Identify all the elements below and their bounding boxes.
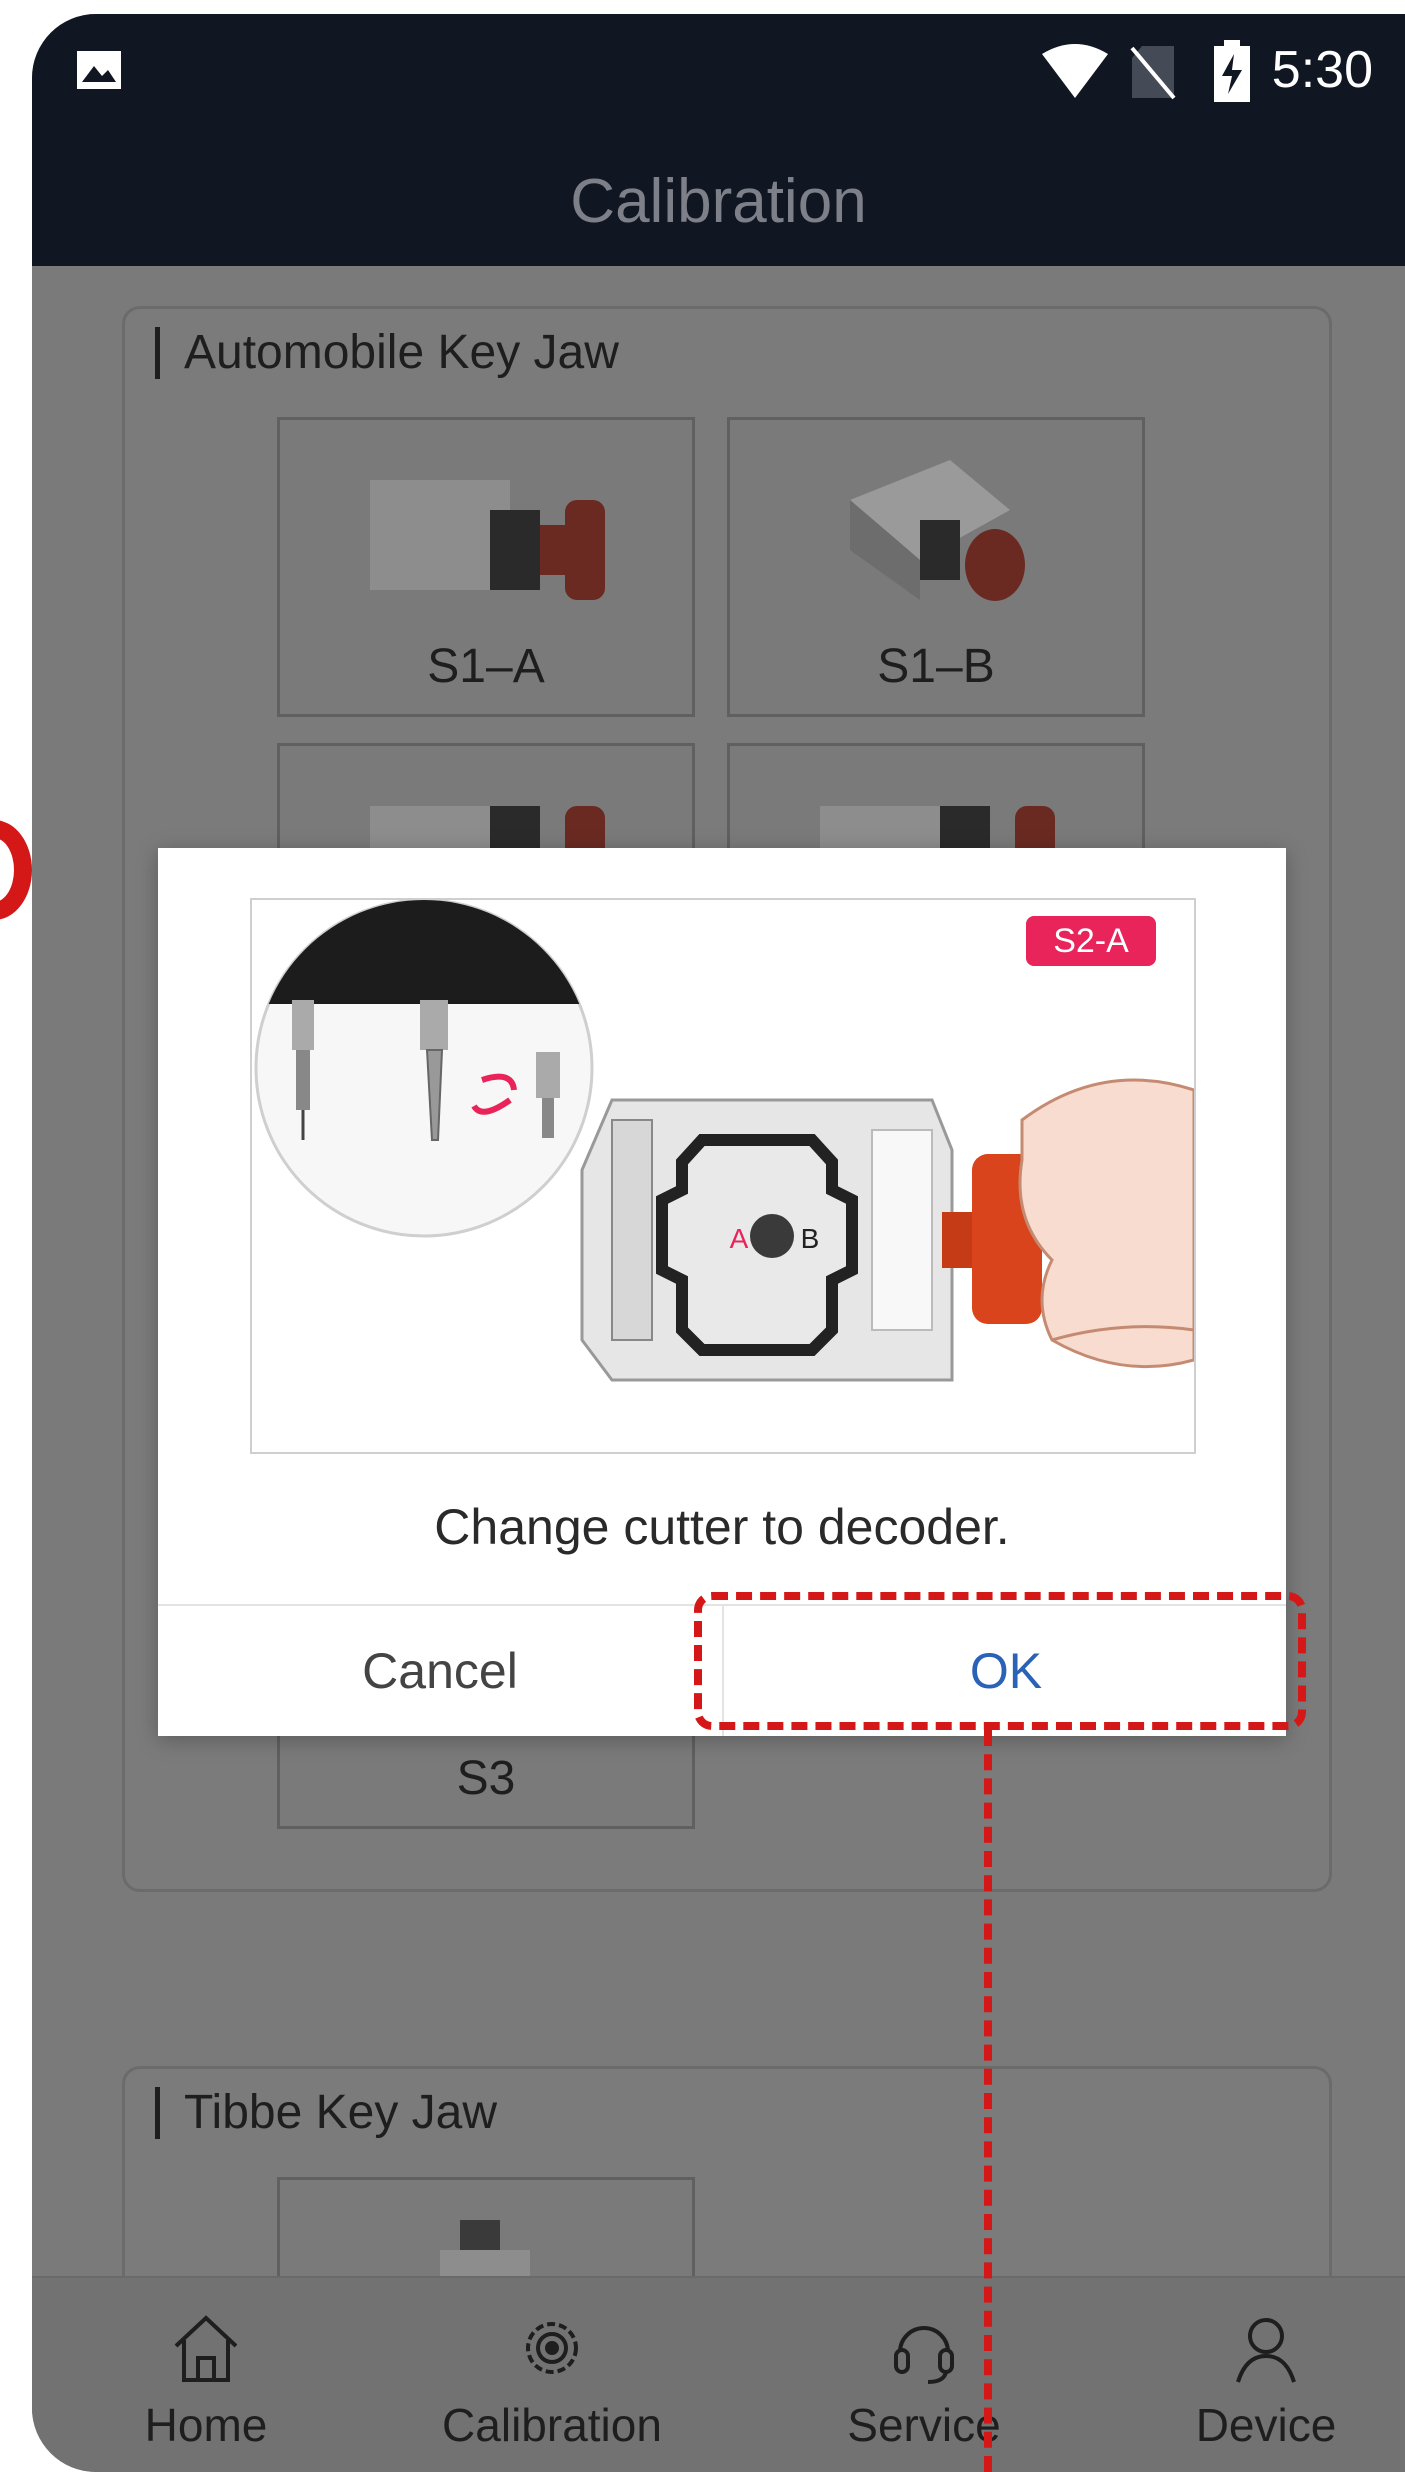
tile-label: S3 <box>456 1752 516 1805</box>
jaw-badge: S2-A <box>1053 922 1129 960</box>
headset-icon <box>894 2326 954 2384</box>
cutter-change-illustration: S2-A A B <box>250 898 1196 1454</box>
gear-icon <box>526 2322 578 2374</box>
nav-service-label: Service <box>847 2399 1001 2451</box>
app-bar: Calibration <box>32 134 1405 266</box>
section-title: Automobile Key Jaw <box>155 327 619 379</box>
status-time: 5:30 <box>1271 41 1373 99</box>
cancel-button[interactable]: Cancel <box>158 1606 722 1736</box>
jaw-label-a: A <box>730 1223 749 1254</box>
home-icon <box>174 2315 238 2382</box>
annotation-pointer-line <box>984 1730 992 2472</box>
user-icon <box>1236 2318 1296 2383</box>
bottom-nav: Home Calibration Service Device <box>32 2276 1405 2472</box>
jaw-tile-s1-a[interactable]: S1–A <box>277 417 695 717</box>
no-sim-icon <box>1130 46 1176 100</box>
battery-charging-icon <box>1214 40 1250 102</box>
jaw-label-b: B <box>801 1223 820 1254</box>
nav-home[interactable]: Home <box>76 2308 336 2452</box>
annotation-arc <box>0 820 32 920</box>
nav-home-label: Home <box>144 2399 268 2451</box>
illustration-graphic: S2-A A B <box>254 900 1194 1382</box>
jaw-image <box>370 480 605 600</box>
nav-calibration[interactable]: Calibration <box>422 2308 682 2452</box>
jaw-tile-s1-b[interactable]: S1–B <box>727 417 1145 717</box>
tile-label: S1–A <box>427 640 545 693</box>
nav-service[interactable]: Service <box>794 2308 1054 2452</box>
ok-highlight-annotation <box>694 1592 1306 1730</box>
image-icon <box>77 51 121 89</box>
page-title: Calibration <box>570 167 867 236</box>
nav-device-label: Device <box>1195 2399 1337 2451</box>
nav-device[interactable]: Device <box>1136 2308 1396 2452</box>
section-title: Tibbe Key Jaw <box>155 2087 497 2139</box>
jaw-image <box>850 460 1025 601</box>
wifi-icon <box>1042 44 1108 98</box>
tile-label: S1–B <box>877 640 995 693</box>
nav-calibration-label: Calibration <box>442 2399 662 2451</box>
dialog-message: Change cutter to decoder. <box>434 1499 1010 1555</box>
status-bar: 5:30 <box>32 14 1405 134</box>
